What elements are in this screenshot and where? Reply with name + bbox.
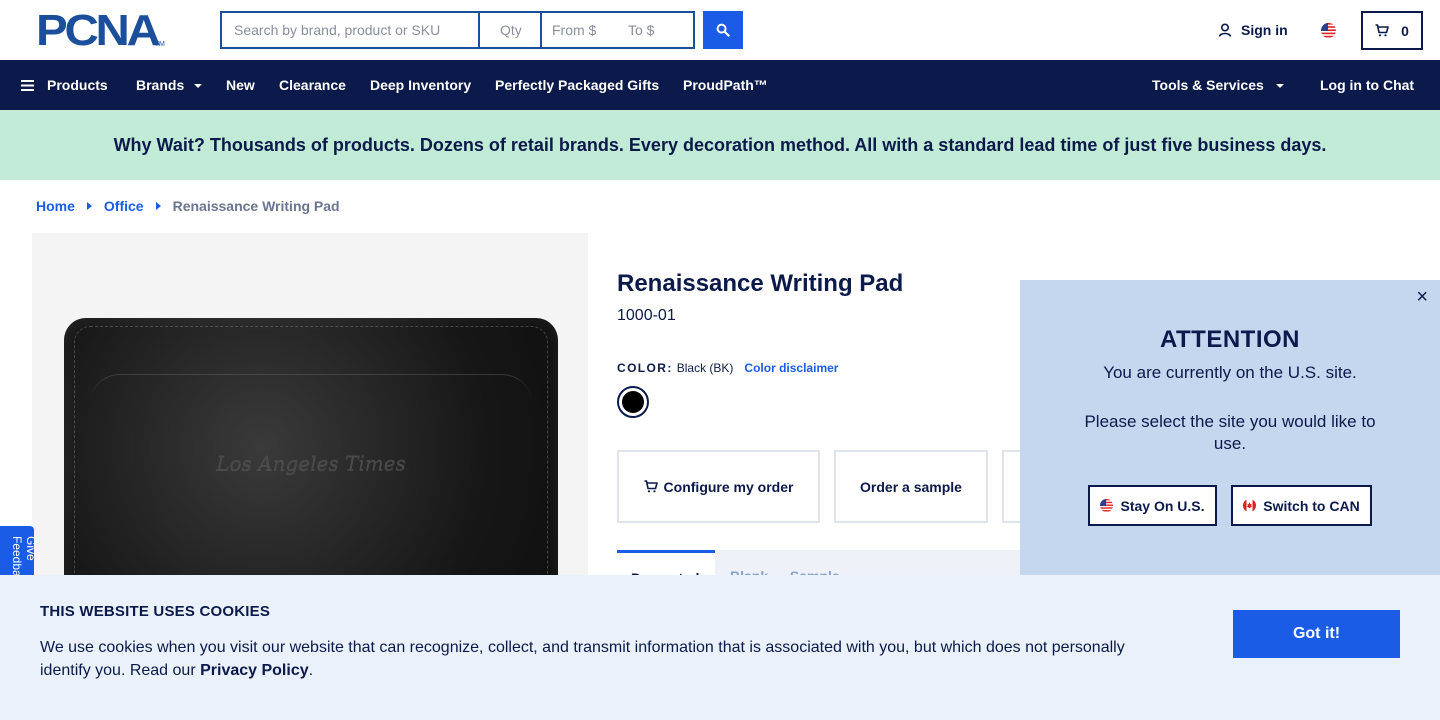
us-flag-icon[interactable] bbox=[1321, 23, 1336, 38]
cart-icon bbox=[644, 480, 658, 493]
price-range bbox=[540, 11, 695, 49]
breadcrumb-arrow-icon bbox=[86, 202, 92, 210]
price-to-input[interactable] bbox=[628, 22, 686, 38]
attention-current-site: You are currently on the U.S. site. bbox=[1103, 363, 1357, 382]
nav-clearance-label: Clearance bbox=[279, 77, 346, 93]
switch-can-button[interactable]: Switch to CAN bbox=[1231, 485, 1372, 526]
pad-pocket bbox=[90, 374, 532, 414]
configure-order-label: Configure my order bbox=[663, 478, 794, 495]
color-row: COLOR: Black (BK) Color disclaimer bbox=[617, 361, 838, 375]
stay-us-label: Stay On U.S. bbox=[1120, 497, 1205, 514]
close-icon[interactable]: × bbox=[1416, 287, 1428, 307]
nav-brands[interactable]: Brands bbox=[136, 60, 203, 110]
nav-new[interactable]: New bbox=[226, 60, 255, 110]
us-flag-icon bbox=[1100, 499, 1114, 512]
color-disclaimer-link[interactable]: Color disclaimer bbox=[744, 361, 838, 375]
logo-wordmark: PCNA bbox=[36, 6, 161, 55]
search-input[interactable] bbox=[220, 11, 478, 49]
cart-button[interactable]: 0 bbox=[1361, 11, 1423, 50]
quantity-input[interactable] bbox=[478, 11, 540, 49]
cookie-accept-button[interactable]: Got it! bbox=[1233, 610, 1400, 658]
nav-proudpath-label: ProudPath™ bbox=[683, 77, 768, 93]
breadcrumb: Home Office Renaissance Writing Pad bbox=[36, 198, 340, 214]
caret-down-icon bbox=[194, 84, 203, 88]
breadcrumb-arrow-icon bbox=[155, 202, 161, 210]
nav-clearance[interactable]: Clearance bbox=[279, 60, 346, 110]
nav-deep-inventory[interactable]: Deep Inventory bbox=[370, 60, 471, 110]
nav-packaged-gifts-label: Perfectly Packaged Gifts bbox=[495, 77, 660, 93]
site-header: PCNA TM Sign in 0 bbox=[0, 0, 1440, 60]
color-label: COLOR: bbox=[617, 361, 673, 375]
promo-banner: Why Wait? Thousands of products. Dozens … bbox=[0, 110, 1440, 180]
main-nav: Products Brands New Clearance Deep Inven… bbox=[0, 60, 1440, 110]
product-sku: 1000-01 bbox=[617, 307, 676, 324]
nav-deep-inventory-label: Deep Inventory bbox=[370, 77, 472, 93]
search-icon bbox=[716, 23, 730, 37]
cookie-banner: THIS WEBSITE USES COOKIES We use cookies… bbox=[0, 575, 1440, 720]
search-bar bbox=[220, 11, 743, 49]
sign-in-link[interactable]: Sign in bbox=[1218, 22, 1288, 38]
nav-proudpath[interactable]: ProudPath™ bbox=[683, 60, 768, 110]
cart-icon bbox=[1375, 24, 1389, 37]
promo-text: Why Wait? Thousands of products. Dozens … bbox=[113, 134, 1327, 155]
cookie-text-block: We use cookies when you visit our websit… bbox=[40, 636, 1150, 682]
color-swatch-black[interactable] bbox=[617, 386, 649, 418]
switch-can-label: Switch to CAN bbox=[1263, 497, 1360, 514]
cookie-title: THIS WEBSITE USES COOKIES bbox=[40, 603, 271, 620]
caret-down-icon bbox=[1275, 84, 1284, 88]
sign-in-label: Sign in bbox=[1241, 22, 1288, 38]
search-button[interactable] bbox=[703, 11, 743, 49]
nav-products-label: Products bbox=[47, 77, 108, 93]
order-sample-button[interactable]: Order a sample bbox=[834, 450, 988, 523]
hamburger-icon bbox=[21, 79, 34, 91]
product-title: Renaissance Writing Pad bbox=[617, 270, 904, 297]
swatch-fill bbox=[622, 391, 644, 413]
nav-login-chat[interactable]: Log in to Chat bbox=[1320, 60, 1414, 110]
order-sample-label: Order a sample bbox=[860, 478, 962, 495]
nav-packaged-gifts[interactable]: Perfectly Packaged Gifts bbox=[495, 60, 659, 110]
stay-us-button[interactable]: Stay On U.S. bbox=[1088, 485, 1217, 526]
nav-new-label: New bbox=[226, 77, 255, 93]
attention-select-prompt: Please select the site you would like to… bbox=[1084, 412, 1376, 453]
price-from-input[interactable] bbox=[552, 22, 610, 38]
nav-brands-label: Brands bbox=[136, 77, 185, 93]
pad-emboss-logo: Los Angeles Times bbox=[216, 451, 406, 475]
user-icon bbox=[1218, 23, 1232, 37]
color-value: Black (BK) bbox=[676, 361, 734, 375]
breadcrumb-home[interactable]: Home bbox=[36, 198, 75, 214]
configure-order-button[interactable]: Configure my order bbox=[617, 450, 820, 523]
privacy-policy-link[interactable]: Privacy Policy bbox=[200, 662, 309, 679]
breadcrumb-current: Renaissance Writing Pad bbox=[172, 198, 340, 214]
breadcrumb-office[interactable]: Office bbox=[104, 198, 144, 214]
nav-products[interactable]: Products bbox=[21, 60, 108, 110]
nav-chat-label: Log in to Chat bbox=[1320, 77, 1415, 93]
nav-tools-services[interactable]: Tools & Services bbox=[1152, 60, 1284, 110]
site-select-modal: × ATTENTION You are currently on the U.S… bbox=[1020, 280, 1440, 580]
cart-count: 0 bbox=[1401, 22, 1409, 39]
cookie-period: . bbox=[308, 662, 314, 679]
pcna-logo[interactable]: PCNA TM bbox=[36, 6, 165, 55]
attention-title: ATTENTION bbox=[1159, 326, 1301, 353]
canada-flag-icon bbox=[1243, 499, 1257, 512]
nav-tools-label: Tools & Services bbox=[1152, 77, 1264, 93]
